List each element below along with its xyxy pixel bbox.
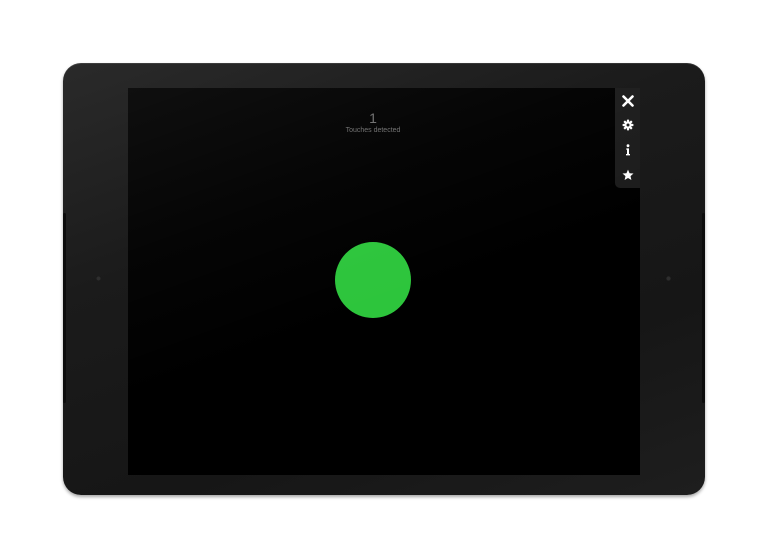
right-sensor [666,276,671,281]
close-icon [621,94,634,107]
close-button[interactable] [615,88,640,113]
left-sensor [96,276,101,281]
touch-screen[interactable]: 1 Touches detected [128,88,640,475]
touch-count-label: Touches detected [345,127,401,134]
star-icon [622,169,633,180]
tablet-device: 1 Touches detected [63,63,705,495]
info-icon [625,143,630,155]
info-button[interactable] [615,137,640,162]
favorite-button[interactable] [615,162,640,187]
settings-button[interactable] [615,112,640,137]
left-edge-strip [63,213,66,403]
right-edge-strip [702,213,705,403]
touch-point [335,242,411,318]
side-toolbar [615,88,640,188]
touch-counter: 1 Touches detected [268,110,478,135]
touch-count: 1 [369,110,377,126]
gear-icon [622,119,633,130]
